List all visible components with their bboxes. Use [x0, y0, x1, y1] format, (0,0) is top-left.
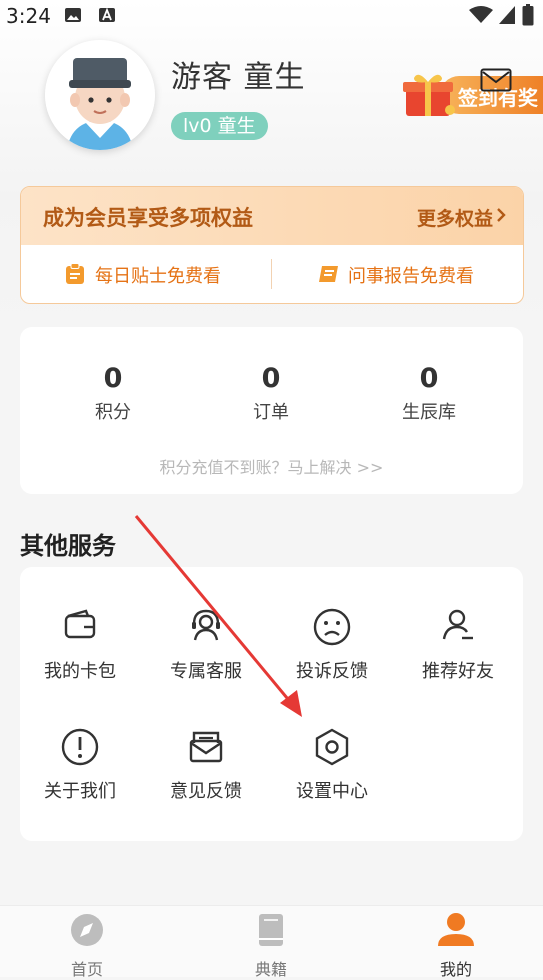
- mail-icon: [189, 731, 223, 763]
- vip-item-reports[interactable]: 问事报告免费看: [272, 245, 522, 303]
- person-icon: [438, 913, 474, 946]
- stat-orders[interactable]: 0 订单: [211, 363, 331, 424]
- service-label: 我的卡包: [44, 661, 116, 682]
- tab-mine[interactable]: 我的: [396, 912, 516, 980]
- vip-title: 成为会员享受多项权益: [43, 206, 253, 230]
- stat-points[interactable]: 0 积分: [53, 363, 173, 424]
- section-title: 其他服务: [20, 532, 116, 560]
- image-icon: [65, 8, 81, 22]
- stat-value: 0: [261, 363, 281, 394]
- wifi-icon: [469, 6, 493, 23]
- service-feedback[interactable]: 意见反馈: [146, 727, 266, 803]
- service-label: 意见反馈: [170, 781, 242, 802]
- service-recommend-friend[interactable]: 推荐好友: [398, 607, 518, 683]
- service-card-wallet[interactable]: 我的卡包: [20, 607, 140, 683]
- sign-in-button[interactable]: 签到有奖: [400, 70, 543, 116]
- wallet-icon: [64, 609, 96, 639]
- service-label: 投诉反馈: [296, 661, 368, 682]
- vip-header[interactable]: 成为会员享受多项权益 更多权益: [21, 187, 523, 245]
- user-share-icon: [442, 609, 473, 640]
- stat-birth-library[interactable]: 0 生辰库: [369, 363, 489, 424]
- compass-icon: [71, 914, 103, 946]
- tab-label: 典籍: [254, 960, 287, 979]
- service-about-us[interactable]: 关于我们: [20, 727, 140, 803]
- user-name: 游客 童生: [171, 60, 306, 95]
- vip-item-label: 问事报告免费看: [348, 266, 474, 287]
- tab-home[interactable]: 首页: [27, 912, 147, 980]
- service-label: 关于我们: [44, 781, 116, 802]
- tab-label: 我的: [439, 960, 472, 979]
- font-icon: [99, 7, 115, 22]
- vip-more-link[interactable]: 更多权益: [417, 204, 493, 231]
- vip-item-label: 每日贴士免费看: [95, 266, 221, 287]
- tab-label: 首页: [70, 960, 103, 979]
- stat-value: 0: [103, 363, 123, 394]
- settings-icon: [315, 728, 349, 766]
- bottom-tab-bar: 首页 典籍 我的: [0, 905, 543, 980]
- headset-icon: [192, 609, 220, 641]
- gift-box-icon: [403, 74, 455, 116]
- info-icon: [61, 728, 99, 766]
- battery-icon: [522, 4, 534, 26]
- message-icon[interactable]: [480, 68, 512, 92]
- chevron-right-icon: [497, 208, 506, 222]
- recharge-help-link[interactable]: 积分充值不到账？马上解决 >>: [20, 454, 523, 478]
- tab-classics[interactable]: 典籍: [211, 912, 331, 980]
- signal-icon: [499, 6, 515, 24]
- service-label: 专属客服: [170, 661, 242, 682]
- level-badge: lv0 童生: [171, 112, 268, 140]
- stats-card: 0 积分 0 订单 0 生辰库 积分充值不到账？马上解决 >>: [20, 327, 523, 494]
- stat-label: 订单: [253, 402, 289, 423]
- sad-face-icon: [313, 608, 351, 646]
- stat-label: 积分: [95, 402, 131, 423]
- clipboard-icon: [66, 263, 84, 284]
- stat-label: 生辰库: [402, 402, 456, 423]
- vip-card[interactable]: 成为会员享受多项权益 更多权益 每日贴士免费看 问事报告免费看: [20, 186, 524, 304]
- service-complaint[interactable]: 投诉反馈: [272, 607, 392, 683]
- scholar-avatar-icon: [45, 40, 155, 150]
- avatar[interactable]: [45, 40, 155, 150]
- scroll-icon: [319, 266, 338, 282]
- service-settings[interactable]: 设置中心: [272, 727, 392, 803]
- vip-item-daily-tips[interactable]: 每日贴士免费看: [21, 245, 271, 303]
- service-label: 设置中心: [296, 781, 368, 802]
- stat-value: 0: [419, 363, 439, 394]
- service-customer-support[interactable]: 专属客服: [146, 607, 266, 683]
- status-time: 3:24: [6, 4, 51, 28]
- services-card: 我的卡包 专属客服 投诉反馈 推荐好友 关于我们 意见反馈 设置中心: [20, 567, 523, 841]
- book-icon: [259, 914, 283, 946]
- status-bar: 3:24: [0, 0, 543, 32]
- service-label: 推荐好友: [422, 661, 494, 682]
